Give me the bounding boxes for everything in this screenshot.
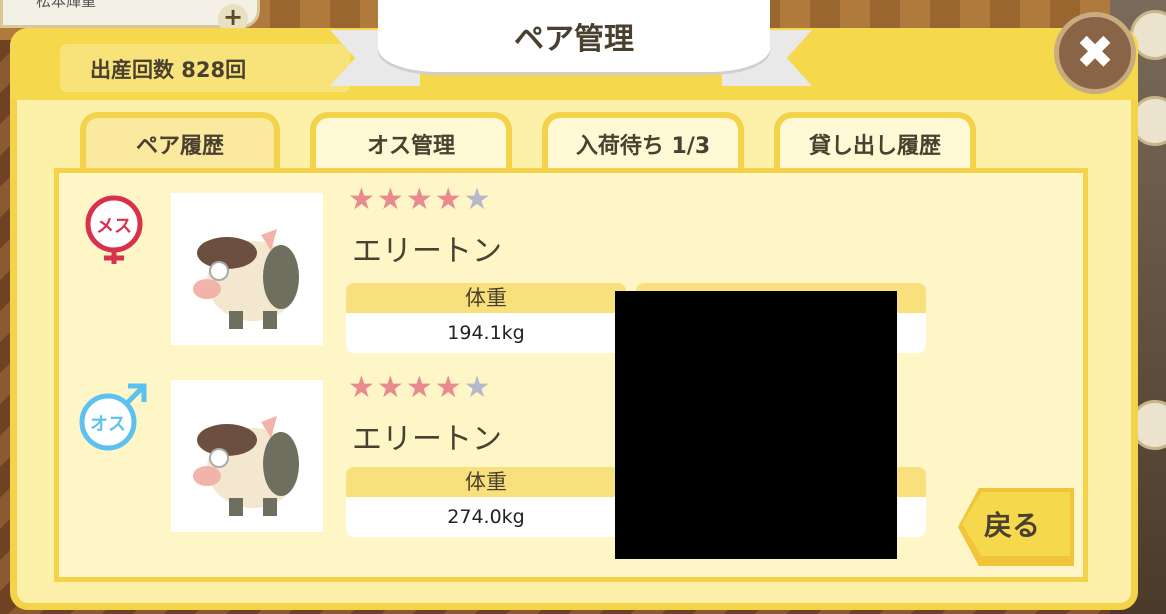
pig-name: エリートン — [352, 234, 502, 269]
pig-icon — [193, 416, 299, 516]
female-icon: メス — [85, 195, 143, 264]
stat-value: 274.0kg — [346, 497, 626, 537]
weight-stat: 体重 194.1kg — [346, 283, 626, 355]
back-button[interactable]: 戻る — [958, 488, 1074, 566]
stat-label: 体重 — [346, 467, 626, 497]
close-button[interactable]: ✖ — [1054, 12, 1136, 94]
back-button-label: 戻る — [984, 509, 1041, 542]
weight-stat: 体重 274.0kg — [346, 467, 626, 539]
male-label: オス — [90, 414, 126, 435]
pig-icon — [193, 229, 299, 329]
male-icon: オス — [79, 383, 147, 451]
female-label: メス — [96, 216, 132, 237]
birth-count-label: 出産回数 828回 — [90, 58, 247, 82]
stat-value: 194.1kg — [346, 313, 626, 353]
pig-name: エリートン — [352, 422, 502, 457]
redaction-box — [615, 291, 897, 559]
tab-lending-history[interactable]: 貸し出し履歴 — [774, 112, 976, 174]
pig-portrait[interactable] — [171, 380, 323, 532]
tab-pair-history[interactable]: ペア履歴 — [80, 112, 280, 174]
rating-stars: ★★★★★ — [348, 370, 493, 405]
page-title: ペア管理 — [514, 22, 634, 57]
tab-waiting-stock[interactable]: 入荷待ち 1/3 — [542, 112, 744, 174]
rating-stars: ★★★★★ — [348, 182, 493, 217]
player-name: 松本輝重 — [36, 0, 97, 10]
tab-male-management[interactable]: オス管理 — [310, 112, 512, 174]
stat-label: 体重 — [346, 283, 626, 313]
pig-portrait[interactable] — [171, 193, 323, 345]
